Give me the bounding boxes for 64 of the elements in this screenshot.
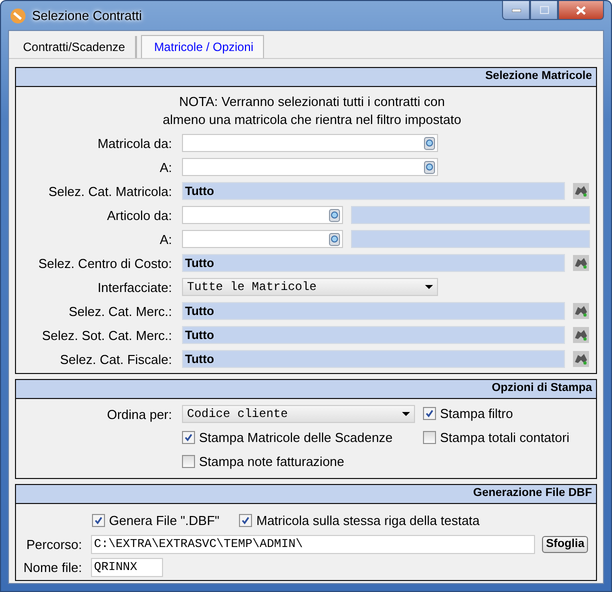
window-title: Selezione Contratti — [32, 8, 142, 23]
section-header: Selezione Matricole — [16, 68, 596, 87]
checkbox[interactable] — [92, 514, 105, 526]
field-label: Percorso: — [25, 536, 83, 552]
file-name-field[interactable]: QRINNX — [91, 558, 163, 576]
checkbox-label: Genera File ".DBF" — [109, 512, 220, 528]
binoculars-icon[interactable] — [573, 303, 589, 319]
checkbox[interactable] — [182, 431, 195, 444]
checkbox[interactable] — [423, 407, 436, 420]
field-label: Interfacciate: — [96, 280, 173, 294]
caret-icon — [425, 285, 433, 289]
checkbox-label: Stampa Matricole delle Scadenze — [199, 430, 393, 445]
app-icon — [10, 8, 26, 24]
checkbox[interactable] — [239, 514, 252, 526]
tab[interactable]: Contratti/Scadenze — [11, 36, 138, 58]
checkbox-label: Matricola sulla stessa riga della testata — [256, 512, 480, 528]
field-label: Ordina per: — [106, 406, 173, 422]
minimize-icon — [512, 8, 520, 12]
note-text: NOTA: Verranno selezionati tutti i contratti con almeno una matricola che rientra nel filtro impostato — [162, 93, 462, 129]
field-label: Selez. Sot. Cat. Merc.: — [40, 328, 173, 342]
selection-field[interactable]: Tutto — [182, 254, 565, 272]
binoculars-icon[interactable] — [573, 255, 589, 271]
field-label: Articolo da: — [106, 208, 173, 222]
checkbox[interactable] — [423, 430, 436, 444]
input-field[interactable] — [182, 230, 343, 248]
binoculars-icon[interactable] — [573, 183, 589, 199]
binoculars-icon[interactable] — [573, 327, 589, 343]
search-icon[interactable] — [329, 232, 340, 246]
close-icon — [576, 6, 586, 14]
path-field[interactable]: C:\EXTRA\EXTRASVC\TEMP\ADMIN\ — [91, 534, 535, 554]
checkbox-label: Stampa totali contatori — [440, 430, 570, 444]
maximize-button[interactable] — [530, 1, 558, 20]
field-label: A: — [158, 232, 173, 246]
input-field[interactable] — [182, 158, 438, 176]
selection-field[interactable]: Tutto — [182, 326, 565, 344]
field-label: Selez. Cat. Matricola: — [47, 184, 173, 198]
checkbox-label: Stampa filtro — [440, 406, 513, 421]
maximize-icon — [540, 6, 548, 14]
close-button[interactable] — [558, 1, 604, 20]
caret-icon — [402, 412, 410, 416]
binoculars-icon[interactable] — [573, 351, 589, 367]
dropdown[interactable]: Tutte le Matricole — [182, 278, 438, 296]
selection-field[interactable]: Tutto — [182, 302, 565, 320]
minimize-button[interactable] — [502, 1, 530, 20]
field-label: Selez. Centro di Costo: — [37, 256, 173, 270]
field-label: Selez. Cat. Merc.: — [68, 304, 173, 318]
search-icon[interactable] — [329, 208, 340, 222]
search-icon[interactable] — [424, 160, 435, 174]
field-label: Nome file: — [22, 560, 83, 574]
input-field[interactable] — [182, 134, 438, 152]
search-icon[interactable] — [424, 136, 435, 150]
browse-button[interactable]: Sfoglia — [542, 536, 588, 552]
section-header: Opzioni di Stampa — [16, 380, 596, 399]
checkbox-label: Stampa note fatturazione — [199, 454, 344, 468]
dropdown[interactable]: Codice cliente — [182, 405, 415, 423]
section-header: Generazione File DBF — [16, 485, 596, 504]
field-label: Matricola da: — [96, 136, 173, 150]
field-label: A: — [158, 160, 173, 174]
input-field[interactable] — [182, 206, 343, 224]
field-label: Selez. Cat. Fiscale: — [59, 352, 173, 366]
tab[interactable]: Matricole / Opzioni — [141, 35, 264, 58]
selection-field[interactable]: Tutto — [182, 182, 565, 200]
checkbox[interactable] — [182, 454, 195, 468]
selection-field[interactable]: Tutto — [182, 350, 565, 368]
